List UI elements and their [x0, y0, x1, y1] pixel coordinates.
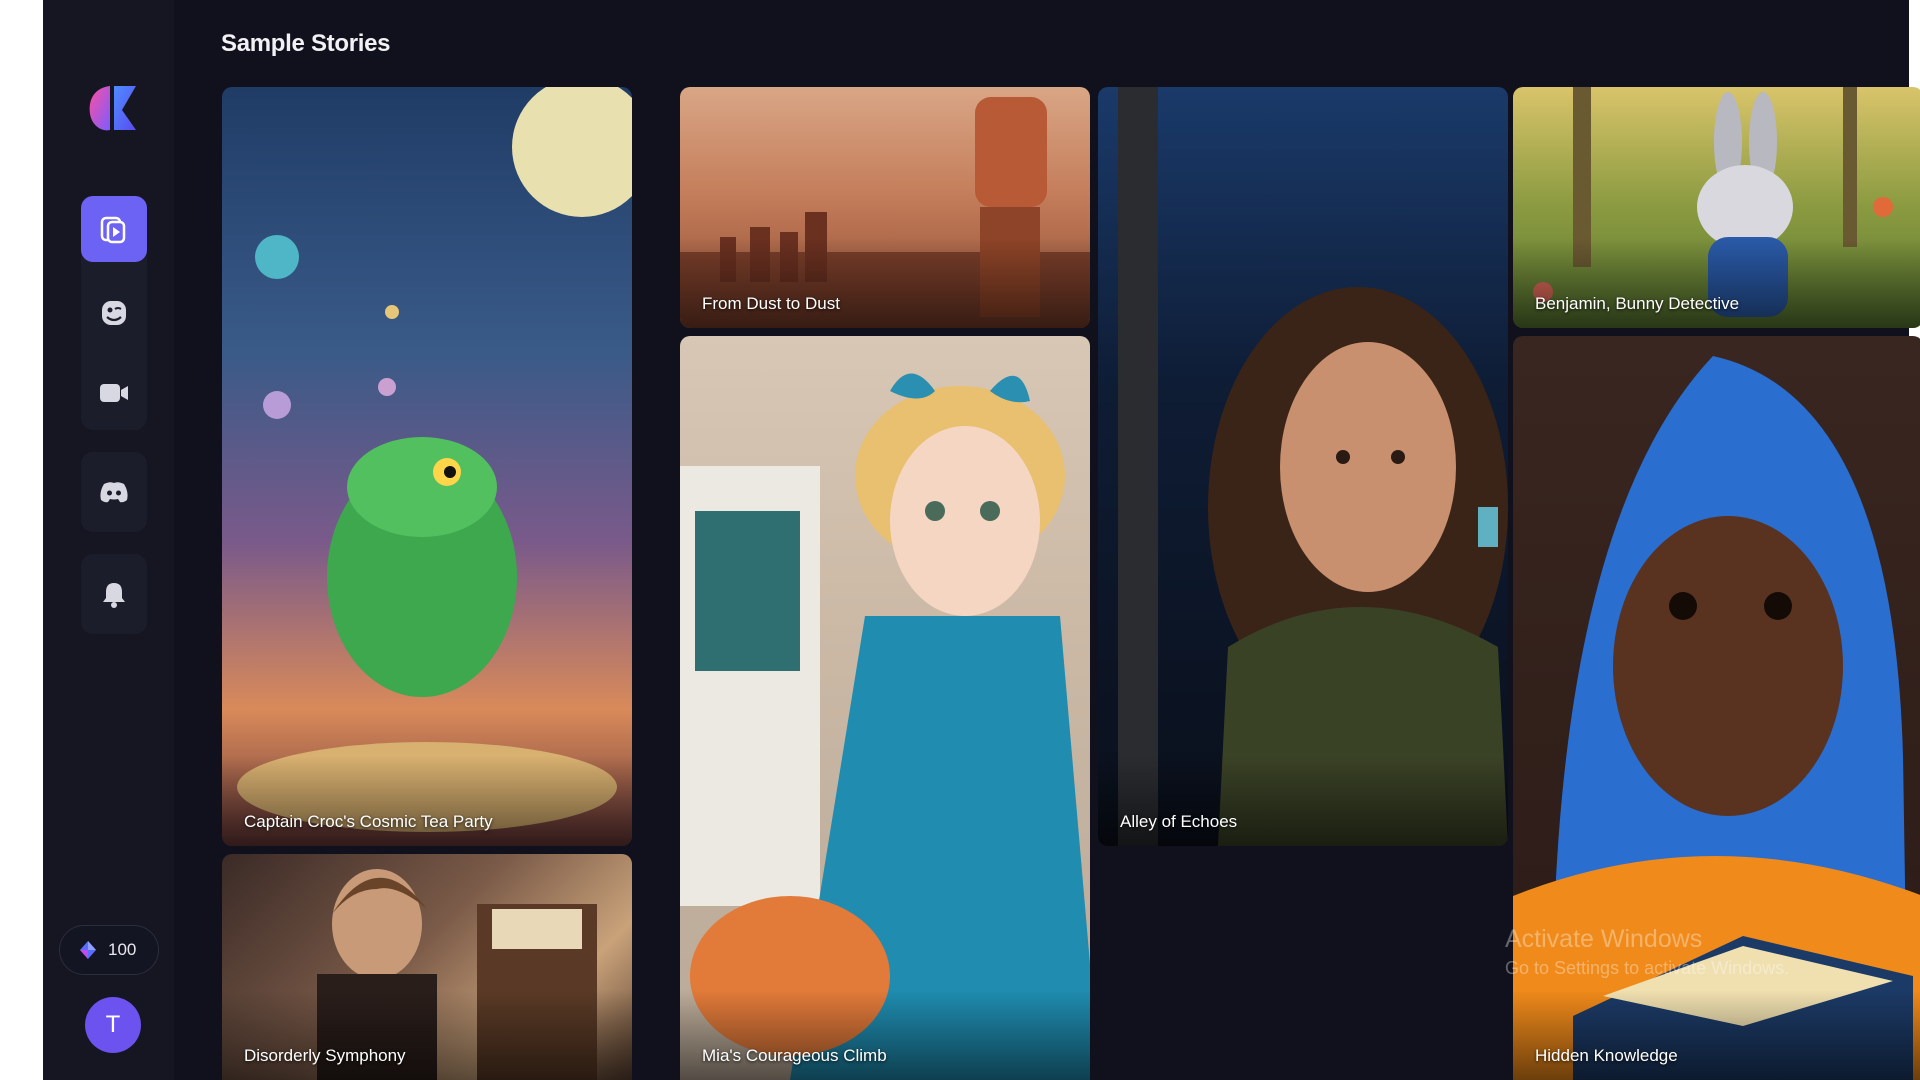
story-title: Alley of Echoes: [1120, 812, 1238, 831]
app-window: 100 T Sample Stories Captain Croc's Cosm…: [43, 0, 1920, 1080]
video-icon: [100, 384, 128, 402]
story-title: From Dust to Dust: [702, 294, 840, 313]
story-title: Disorderly Symphony: [244, 1046, 406, 1065]
nav-characters-button[interactable]: [81, 280, 147, 346]
windows-activation-watermark: Activate Windows Go to Settings to activ…: [1505, 925, 1789, 979]
story-card-from-dust-to-dust[interactable]: From Dust to Dust: [680, 87, 1090, 328]
caption-shade: [680, 238, 1090, 328]
credits-count: 100: [108, 940, 137, 959]
caption-shade: [1098, 756, 1508, 846]
sidebar: 100 T: [43, 0, 174, 1080]
nav-group: [81, 196, 147, 430]
caption-shade: [222, 990, 632, 1080]
avatar-initial: T: [105, 1011, 121, 1038]
watermark-line2: Go to Settings to activate Windows.: [1505, 958, 1790, 978]
discord-button[interactable]: [81, 452, 147, 532]
bell-icon: [103, 583, 125, 608]
story-title: Hidden Knowledge: [1535, 1046, 1678, 1065]
story-title: Captain Croc's Cosmic Tea Party: [244, 812, 493, 831]
caption-shade: [222, 756, 632, 846]
story-card-benjamin-bunny-detective[interactable]: Benjamin, Bunny Detective: [1513, 87, 1920, 328]
story-illustration: [680, 373, 1090, 1080]
caption-shade: [1513, 238, 1920, 328]
story-title: Benjamin, Bunny Detective: [1535, 294, 1740, 313]
watermark-line1: Activate Windows: [1505, 925, 1703, 953]
story-card-alley-of-echoes[interactable]: Alley of Echoes: [1098, 87, 1508, 846]
nav-stories-button[interactable]: [81, 196, 147, 262]
character-icon: [102, 301, 126, 325]
notifications-button[interactable]: [81, 554, 147, 634]
discord-icon: [100, 482, 128, 503]
caption-shade: [1513, 990, 1920, 1080]
credits-badge[interactable]: 100: [59, 925, 159, 975]
nav-videos-button[interactable]: [81, 360, 147, 426]
story-title: Mia's Courageous Climb: [702, 1046, 887, 1065]
story-illustration: [1118, 87, 1508, 846]
story-card-captain-croc[interactable]: Captain Croc's Cosmic Tea Party: [222, 87, 632, 846]
page-title: Sample Stories: [221, 30, 391, 57]
diamond-icon: [80, 941, 96, 959]
app-logo[interactable]: [84, 80, 140, 136]
story-card-mias-courageous-climb[interactable]: Mia's Courageous Climb: [680, 336, 1090, 1080]
story-card-disorderly-symphony[interactable]: Disorderly Symphony: [222, 854, 632, 1080]
avatar[interactable]: T: [85, 997, 141, 1053]
stories-icon: [100, 216, 126, 244]
story-illustration: [237, 87, 632, 832]
caption-shade: [680, 990, 1090, 1080]
